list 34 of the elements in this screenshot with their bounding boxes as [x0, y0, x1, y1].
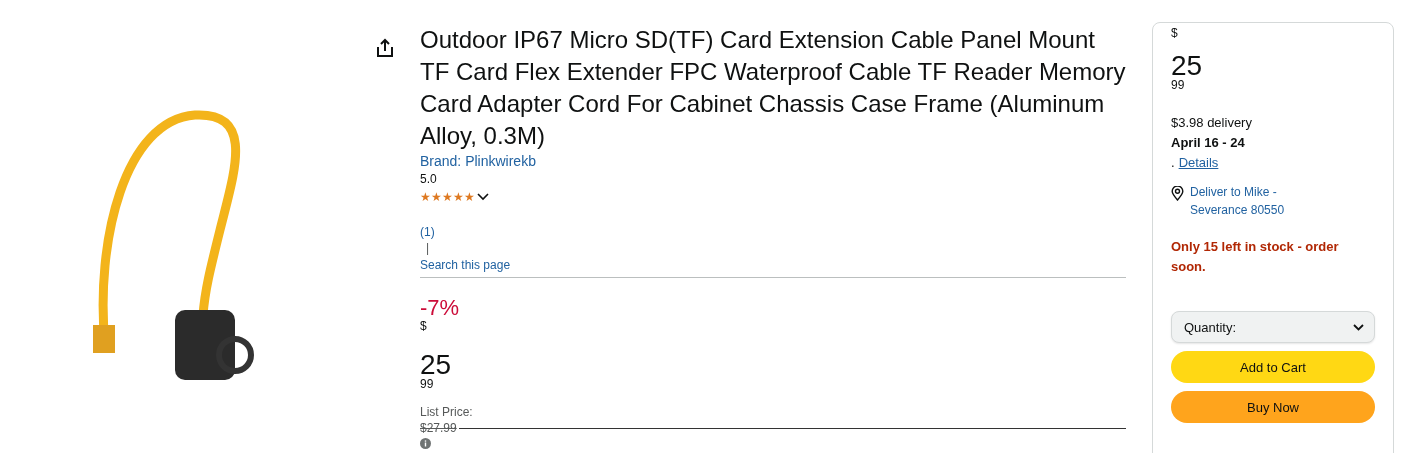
- search-page-link[interactable]: Search this page: [420, 257, 511, 273]
- list-price-label: List Price:: [420, 404, 473, 420]
- discount-percent: -7%: [420, 296, 460, 320]
- buy-now-button[interactable]: Buy Now: [1171, 391, 1375, 423]
- deliver-to-link[interactable]: Deliver to Mike - Severance 80550: [1190, 183, 1310, 219]
- chevron-down-icon: [1353, 323, 1364, 331]
- price-cents: 99: [1171, 79, 1185, 91]
- separator: |: [426, 240, 430, 257]
- punctuation: .: [1171, 154, 1175, 172]
- rating-value: 5.0: [420, 171, 437, 188]
- price-whole: 25: [1171, 53, 1203, 79]
- product-title: Outdoor IP67 Micro SD(TF) Card Extension Cable Panel Mount TF Card Flex Extender FPC Waterproof Cable TF Reader Memory Card Adapter Cord For Cabinet Chassis Case Frame (Aluminum Alloy, 0.3M): [420, 25, 1126, 151]
- price-whole: 25: [420, 352, 452, 378]
- share-icon[interactable]: [376, 38, 394, 58]
- chevron-down-icon[interactable]: [477, 193, 489, 201]
- review-count-link[interactable]: (1): [420, 224, 435, 240]
- brand-link[interactable]: Brand: Plinkwirekb: [420, 152, 536, 171]
- star-icon: ★: [420, 190, 431, 204]
- star-icon: ★: [442, 190, 453, 204]
- stock-warning: Only 15 left in stock - order soon.: [1171, 238, 1340, 276]
- list-price: $27.99: [420, 420, 457, 436]
- star-icon: ★: [431, 190, 442, 204]
- currency-symbol: $: [420, 320, 427, 332]
- price-cents: 99: [420, 378, 434, 390]
- add-to-cart-button[interactable]: Add to Cart: [1171, 351, 1375, 383]
- quantity-dropdown[interactable]: Quantity:: [1171, 311, 1375, 343]
- info-icon[interactable]: [420, 438, 431, 449]
- details-link[interactable]: Details: [1178, 153, 1219, 173]
- star-icon: ★: [464, 190, 475, 204]
- currency-symbol: $: [1171, 27, 1178, 39]
- location-pin-icon[interactable]: [1171, 186, 1184, 201]
- star-icon: ★: [453, 190, 464, 204]
- delivery-date: April 16 - 24: [1171, 134, 1245, 152]
- delivery-fee: $3.98 delivery: [1171, 114, 1252, 132]
